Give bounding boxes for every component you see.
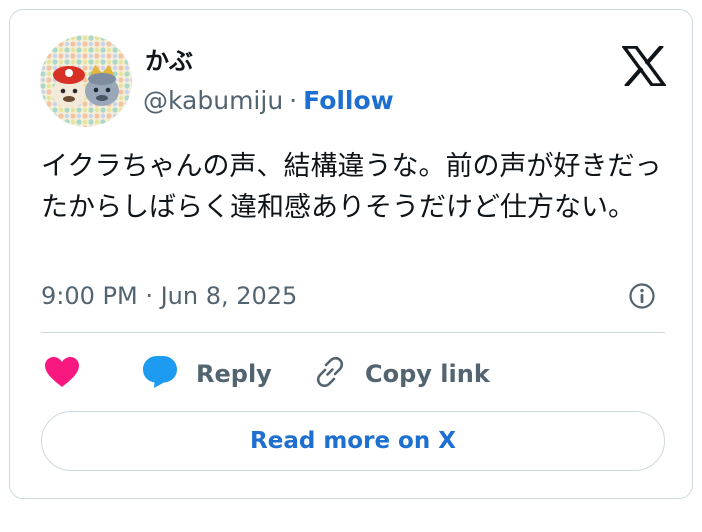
heart-icon — [44, 356, 80, 392]
reply-button[interactable]: Reply — [142, 354, 272, 394]
reply-label: Reply — [196, 360, 272, 388]
reply-bubble-icon — [142, 355, 178, 393]
divider — [41, 332, 665, 333]
user-handle[interactable]: @kabumiju — [143, 86, 283, 115]
read-more-button[interactable]: Read more on X — [41, 411, 665, 471]
display-name[interactable]: かぶ — [145, 46, 193, 76]
separator-dot: · — [289, 86, 298, 115]
tweet-embed-card: かぶ @kabumiju · Follow イクラちゃんの声、結構違うな。前の声が好… — [9, 9, 693, 499]
info-icon[interactable] — [628, 282, 656, 310]
follow-button[interactable]: Follow — [303, 86, 394, 115]
copy-link-label: Copy link — [365, 360, 490, 388]
copy-link-button[interactable]: Copy link — [313, 354, 490, 394]
tweet-text: イクラちゃんの声、結構違うな。前の声が好きだったからしばらく違和感ありそうだけど… — [41, 151, 662, 223]
x-logo-icon[interactable] — [620, 44, 668, 88]
avatar[interactable] — [40, 35, 132, 127]
link-icon — [313, 355, 347, 393]
like-button[interactable] — [44, 354, 80, 394]
handle-row: @kabumiju · Follow — [143, 86, 394, 116]
tweet-timestamp[interactable]: 9:00 PM · Jun 8, 2025 — [41, 278, 297, 314]
